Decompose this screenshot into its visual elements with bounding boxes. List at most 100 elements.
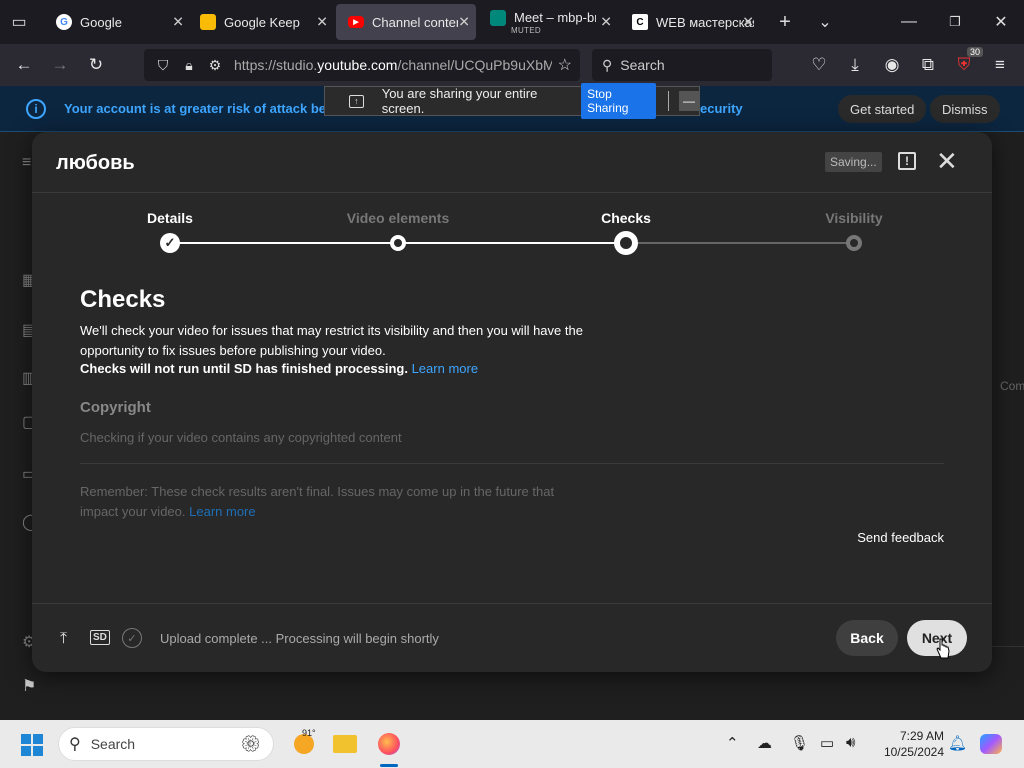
stop-sharing-button[interactable]: Stop Sharing [581, 83, 657, 119]
pocket-icon[interactable]: ♡ [806, 52, 832, 78]
search-highlight-icon: 🌼︎ [240, 736, 261, 753]
step-checks[interactable]: Checks [601, 210, 651, 226]
close-tab-icon[interactable]: ✕ [742, 14, 754, 31]
meet-icon [490, 10, 506, 26]
step-node[interactable] [390, 235, 406, 251]
active-app-indicator [380, 764, 398, 767]
step-done-check-icon[interactable]: ✓ [160, 233, 180, 253]
browser-nav-bar: ← → ↻ ⛉ 🔒︎ ⚙ https://studio.youtube.com/… [0, 44, 1024, 86]
network-icon[interactable]: ▭ [820, 734, 834, 752]
url-bar[interactable]: ⛉ 🔒︎ ⚙ https://studio.youtube.com/channe… [144, 49, 580, 81]
get-started-button[interactable]: Get started [838, 95, 927, 123]
tab-title: Channel content [372, 14, 458, 30]
dismiss-button[interactable]: Dismiss [930, 95, 1000, 123]
downloads-icon[interactable]: ⤓ [842, 52, 868, 78]
search-icon: ⚲ [69, 736, 81, 753]
upload-dialog: любовь Saving... ! ✕ Details Video eleme… [32, 132, 992, 672]
step-visibility[interactable]: Visibility [825, 210, 882, 226]
learn-more-link[interactable]: Learn more [412, 361, 478, 376]
extension-badge: 30 [966, 47, 983, 57]
close-tab-icon[interactable]: ✕ [316, 14, 328, 31]
column-stub-text: Com [1000, 379, 1024, 393]
show-hidden-icons-icon[interactable]: ⌃ [726, 734, 739, 752]
forward-arrow-icon[interactable]: → [47, 52, 73, 78]
taskbar-search-placeholder: Search [90, 736, 136, 752]
bookmark-star-icon[interactable]: ☆ [558, 55, 572, 75]
browser-tab-bar: ▭ G Google ✕ Google Keep ✕ ▶ Channel con… [0, 0, 1024, 44]
hand-cursor-icon [936, 638, 950, 659]
upload-icon: ⤒ [60, 630, 68, 647]
windows-start-icon[interactable] [21, 734, 43, 756]
share-message: You are sharing your entire screen. [381, 86, 538, 116]
new-tab-icon[interactable]: + [772, 10, 798, 34]
tab-list-icon[interactable]: ▭ [6, 10, 32, 34]
keep-icon [200, 14, 216, 30]
chevron-down-icon[interactable]: ⌄ [812, 10, 838, 34]
tab-meet[interactable]: Meet – mbp-brm MUTED ✕ [478, 0, 618, 44]
send-feedback-link[interactable]: Send feedback [857, 530, 944, 545]
menu-icon[interactable]: ≡ [987, 52, 1013, 78]
clock-time: 7:29 AM [899, 729, 944, 743]
back-arrow-icon[interactable]: ← [11, 52, 37, 78]
extensions-icon[interactable]: ⧉ [915, 52, 941, 78]
stepper-remaining-track [626, 242, 854, 244]
tab-web[interactable]: C WEB мастерская ✕ [620, 0, 760, 44]
tab-title: WEB мастерская [656, 14, 754, 30]
lock-icon[interactable]: 🔒︎ [180, 57, 198, 74]
account-icon[interactable]: ◉ [879, 52, 905, 78]
firefox-icon[interactable] [375, 730, 403, 758]
close-window-icon[interactable]: ✕ [988, 10, 1014, 34]
divider [80, 463, 944, 464]
browser-search-box[interactable]: ⚲ Search [592, 49, 772, 81]
shield-icon[interactable]: ⛉ [154, 57, 172, 74]
screen-share-bar: ↑ You are sharing your entire screen. St… [324, 83, 700, 119]
step-pending-node[interactable] [846, 235, 862, 251]
remember-note: Remember: These check results aren't fin… [80, 482, 570, 522]
volume-icon[interactable]: 🔊︎ [846, 734, 855, 751]
search-icon: ⚲ [602, 56, 613, 73]
ublock-icon[interactable]: ⛨ 30 [951, 47, 983, 78]
step-details[interactable]: Details [147, 210, 193, 226]
url-text: https://studio.youtube.com/channel/UCQuP… [234, 57, 552, 73]
microphone-icon[interactable]: 🎙︎ [790, 734, 809, 752]
minimize-share-bar-button[interactable]: — [679, 91, 699, 111]
section-heading: Checks [80, 286, 166, 313]
close-tab-icon[interactable]: ✕ [172, 14, 184, 31]
close-icon[interactable]: ✕ [936, 148, 958, 174]
copyright-status: Checking if your video contains any copy… [80, 430, 402, 445]
tab-google-keep[interactable]: Google Keep ✕ [188, 0, 334, 44]
close-tab-icon[interactable]: ✕ [458, 14, 470, 31]
step-current-node[interactable] [614, 231, 638, 255]
close-tab-icon[interactable]: ✕ [600, 14, 612, 31]
copilot-icon[interactable] [980, 734, 1002, 758]
minimize-window-icon[interactable]: — [896, 10, 922, 34]
clock[interactable]: 7:29 AM 10/25/2024 [870, 728, 944, 760]
google-icon: G [56, 14, 72, 30]
checks-description: We'll check your video for issues that m… [80, 323, 583, 358]
check-circle-icon: ✓ [122, 628, 142, 648]
banner-message: Your account is at greater risk of attac… [64, 101, 341, 116]
saving-badge: Saving... [825, 152, 882, 172]
onedrive-icon[interactable]: ☁ [757, 734, 772, 752]
learn-more-link[interactable]: Learn more [189, 504, 255, 519]
taskbar-search[interactable]: ⚲ Search 🌼︎ [58, 727, 274, 761]
tab-channel-content[interactable]: ▶ Channel content ✕ [336, 4, 476, 40]
tab-title: Google [80, 14, 122, 30]
tab-muted-label: MUTED [511, 26, 541, 35]
notification-bell-icon[interactable]: 🔔︎ [948, 734, 967, 752]
tab-google[interactable]: G Google ✕ [44, 0, 190, 44]
restore-window-icon[interactable]: ❐ [942, 10, 968, 34]
upload-status: Upload complete ... Processing will begi… [160, 631, 439, 646]
permissions-icon[interactable]: ⚙ [206, 57, 224, 74]
file-explorer-icon[interactable] [331, 730, 359, 758]
remember-text: Remember: These check results aren't fin… [80, 484, 555, 519]
send-feedback-icon[interactable]: ⚑ [22, 676, 42, 696]
web-icon: C [632, 14, 648, 30]
search-placeholder: Search [620, 57, 665, 73]
reload-icon[interactable]: ↻ [83, 52, 109, 78]
step-video-elements[interactable]: Video elements [347, 210, 449, 226]
youtube-icon: ▶ [348, 16, 364, 28]
url-path: /channel/UCQuPb9uXbM [397, 57, 552, 73]
report-feedback-icon[interactable]: ! [898, 152, 916, 170]
back-button[interactable]: Back [836, 620, 898, 656]
